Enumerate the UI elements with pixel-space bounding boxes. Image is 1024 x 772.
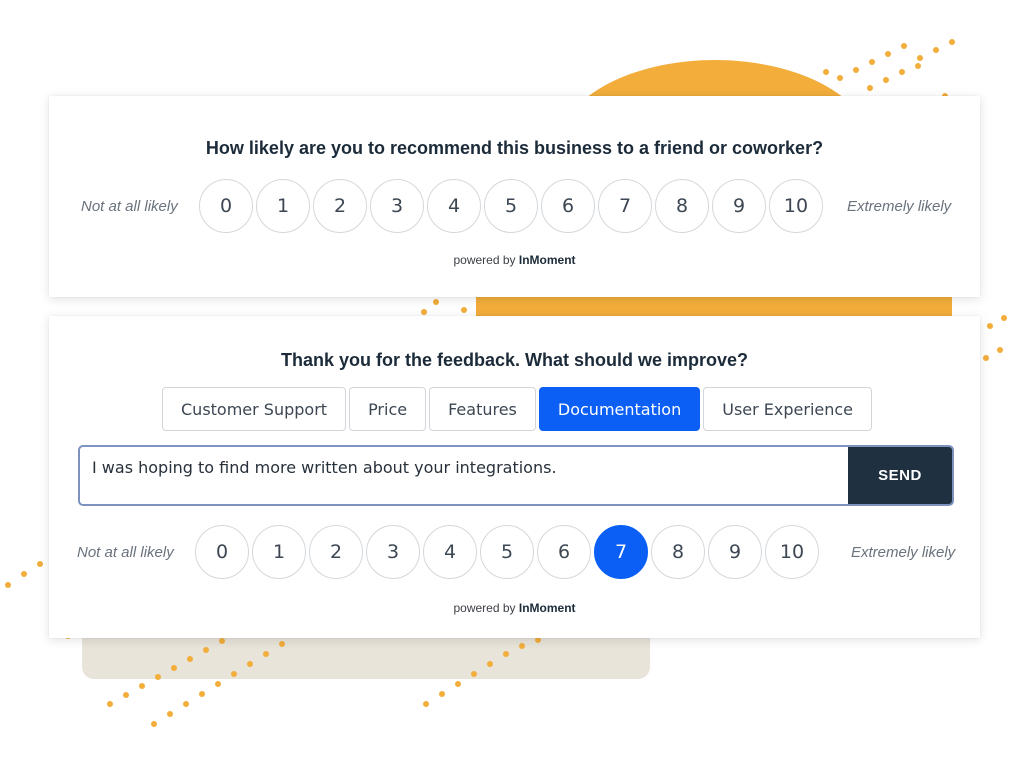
score-button-8[interactable]: 8	[655, 179, 709, 233]
powered-by-footer: powered by InMoment	[49, 601, 980, 615]
score-button-5[interactable]: 5	[480, 525, 534, 579]
category-user-experience-button[interactable]: User Experience	[703, 387, 873, 431]
feedback-input-group: I was hoping to find more written about …	[78, 445, 954, 506]
score-button-2[interactable]: 2	[309, 525, 363, 579]
score-button-10[interactable]: 10	[765, 525, 819, 579]
score-button-0[interactable]: 0	[195, 525, 249, 579]
nps-question: How likely are you to recommend this bus…	[205, 138, 824, 158]
followup-question: Thank you for the feedback. What should …	[280, 350, 749, 370]
powered-by-footer: powered by InMoment	[49, 253, 980, 267]
powered-by-text: powered by	[453, 601, 516, 615]
feedback-text-input[interactable]: I was hoping to find more written about …	[80, 447, 848, 504]
category-price-button[interactable]: Price	[349, 387, 427, 431]
high-scale-label: Extremely likely	[851, 544, 956, 561]
score-button-4[interactable]: 4	[427, 179, 481, 233]
score-button-group: 0 1 2 3 4 5 6 7 8 9 10	[195, 525, 819, 581]
category-documentation-button[interactable]: Documentation	[538, 387, 701, 431]
score-button-10[interactable]: 10	[769, 179, 823, 233]
score-button-0[interactable]: 0	[199, 179, 253, 233]
category-button-group: Customer Support Price Features Document…	[162, 387, 873, 431]
score-button-3[interactable]: 3	[370, 179, 424, 233]
send-button[interactable]: SEND	[848, 447, 952, 504]
score-button-8[interactable]: 8	[651, 525, 705, 579]
score-button-6[interactable]: 6	[541, 179, 595, 233]
score-button-1[interactable]: 1	[256, 179, 310, 233]
category-features-button[interactable]: Features	[429, 387, 536, 431]
score-button-4[interactable]: 4	[423, 525, 477, 579]
category-customer-support-button[interactable]: Customer Support	[162, 387, 347, 431]
inmoment-logo: InMoment	[518, 601, 576, 615]
score-button-9[interactable]: 9	[708, 525, 762, 579]
score-button-2[interactable]: 2	[313, 179, 367, 233]
powered-by-text: powered by	[453, 253, 516, 267]
score-button-1[interactable]: 1	[252, 525, 306, 579]
score-button-group: 0 1 2 3 4 5 6 7 8 9 10	[199, 179, 823, 235]
score-button-7[interactable]: 7	[598, 179, 652, 233]
nps-scale-row: Not at all likely 0 1 2 3 4 5 6 7 8 9 10…	[49, 179, 980, 235]
score-button-7-selected[interactable]: 7	[594, 525, 648, 579]
score-button-5[interactable]: 5	[484, 179, 538, 233]
feedback-survey-card: Thank you for the feedback. What should …	[49, 316, 980, 638]
nps-survey-card: How likely are you to recommend this bus…	[49, 96, 980, 297]
high-scale-label: Extremely likely	[847, 198, 952, 215]
low-scale-label: Not at all likely	[81, 198, 178, 215]
inmoment-logo: InMoment	[518, 253, 576, 267]
score-button-3[interactable]: 3	[366, 525, 420, 579]
score-button-9[interactable]: 9	[712, 179, 766, 233]
score-button-6[interactable]: 6	[537, 525, 591, 579]
followup-scale-row: Not at all likely 0 1 2 3 4 5 6 7 8 9 10…	[49, 525, 980, 581]
low-scale-label: Not at all likely	[77, 544, 174, 561]
